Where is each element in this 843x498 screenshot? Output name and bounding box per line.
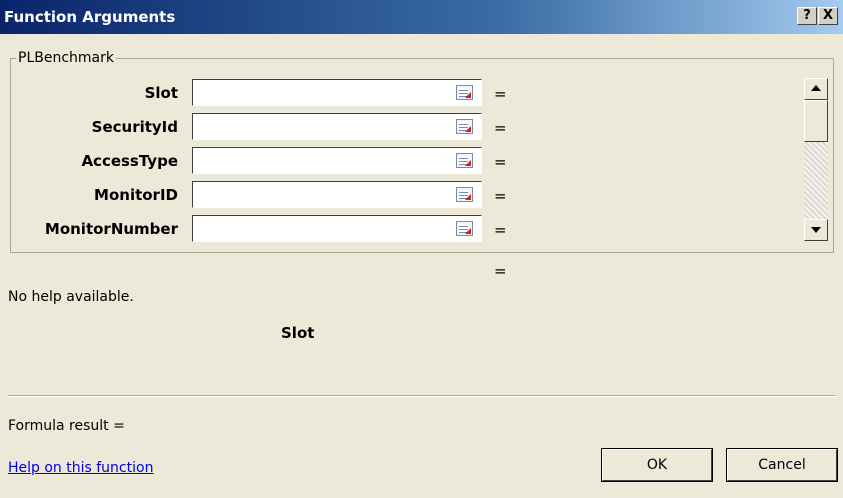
arg-equals-monitorid: = [494, 187, 507, 205]
collapse-dialog-icon[interactable] [456, 119, 473, 134]
function-name-label: PLBenchmark [16, 50, 116, 66]
collapse-dialog-icon[interactable] [456, 187, 473, 202]
title-bar[interactable]: Function Arguments ? X [0, 0, 843, 34]
function-description: No help available. [8, 289, 134, 305]
scroll-down-button[interactable] [804, 219, 828, 241]
collapse-dialog-icon[interactable] [456, 221, 473, 236]
help-link[interactable]: Help on this function [8, 460, 153, 476]
scroll-up-button[interactable] [804, 78, 828, 100]
arg-equals-accesstype: = [494, 153, 507, 171]
ok-button[interactable]: OK [601, 448, 713, 482]
divider [8, 395, 835, 397]
arg-equals-securityid: = [494, 119, 507, 137]
collapse-dialog-icon[interactable] [456, 153, 473, 168]
arg-label-slot: Slot [144, 84, 178, 102]
cancel-button[interactable]: Cancel [726, 448, 838, 482]
current-argument-name: Slot [281, 324, 315, 342]
arg-input-slot[interactable] [192, 79, 482, 106]
scroll-thumb[interactable] [804, 100, 828, 142]
help-button[interactable]: ? [797, 7, 817, 25]
arg-input-monitornumber[interactable] [192, 215, 482, 242]
arg-equals-monitornumber: = [494, 221, 507, 239]
arrow-down-icon [811, 227, 821, 233]
arg-label-monitorid: MonitorID [94, 186, 178, 204]
arg-input-accesstype[interactable] [192, 147, 482, 174]
arg-equals-slot: = [494, 85, 507, 103]
arrow-up-icon [811, 85, 821, 91]
arguments-scrollbar[interactable] [804, 78, 828, 241]
arg-label-accesstype: AccessType [81, 152, 178, 170]
arg-label-securityid: SecurityId [91, 118, 178, 136]
arg-input-monitorid[interactable] [192, 181, 482, 208]
result-equals: = [494, 262, 507, 280]
collapse-dialog-icon[interactable] [456, 85, 473, 100]
arg-label-monitornumber: MonitorNumber [44, 220, 178, 238]
window-title: Function Arguments [4, 8, 176, 26]
arg-input-securityid[interactable] [192, 113, 482, 140]
close-button[interactable]: X [818, 7, 838, 25]
formula-result: Formula result = [8, 418, 125, 434]
